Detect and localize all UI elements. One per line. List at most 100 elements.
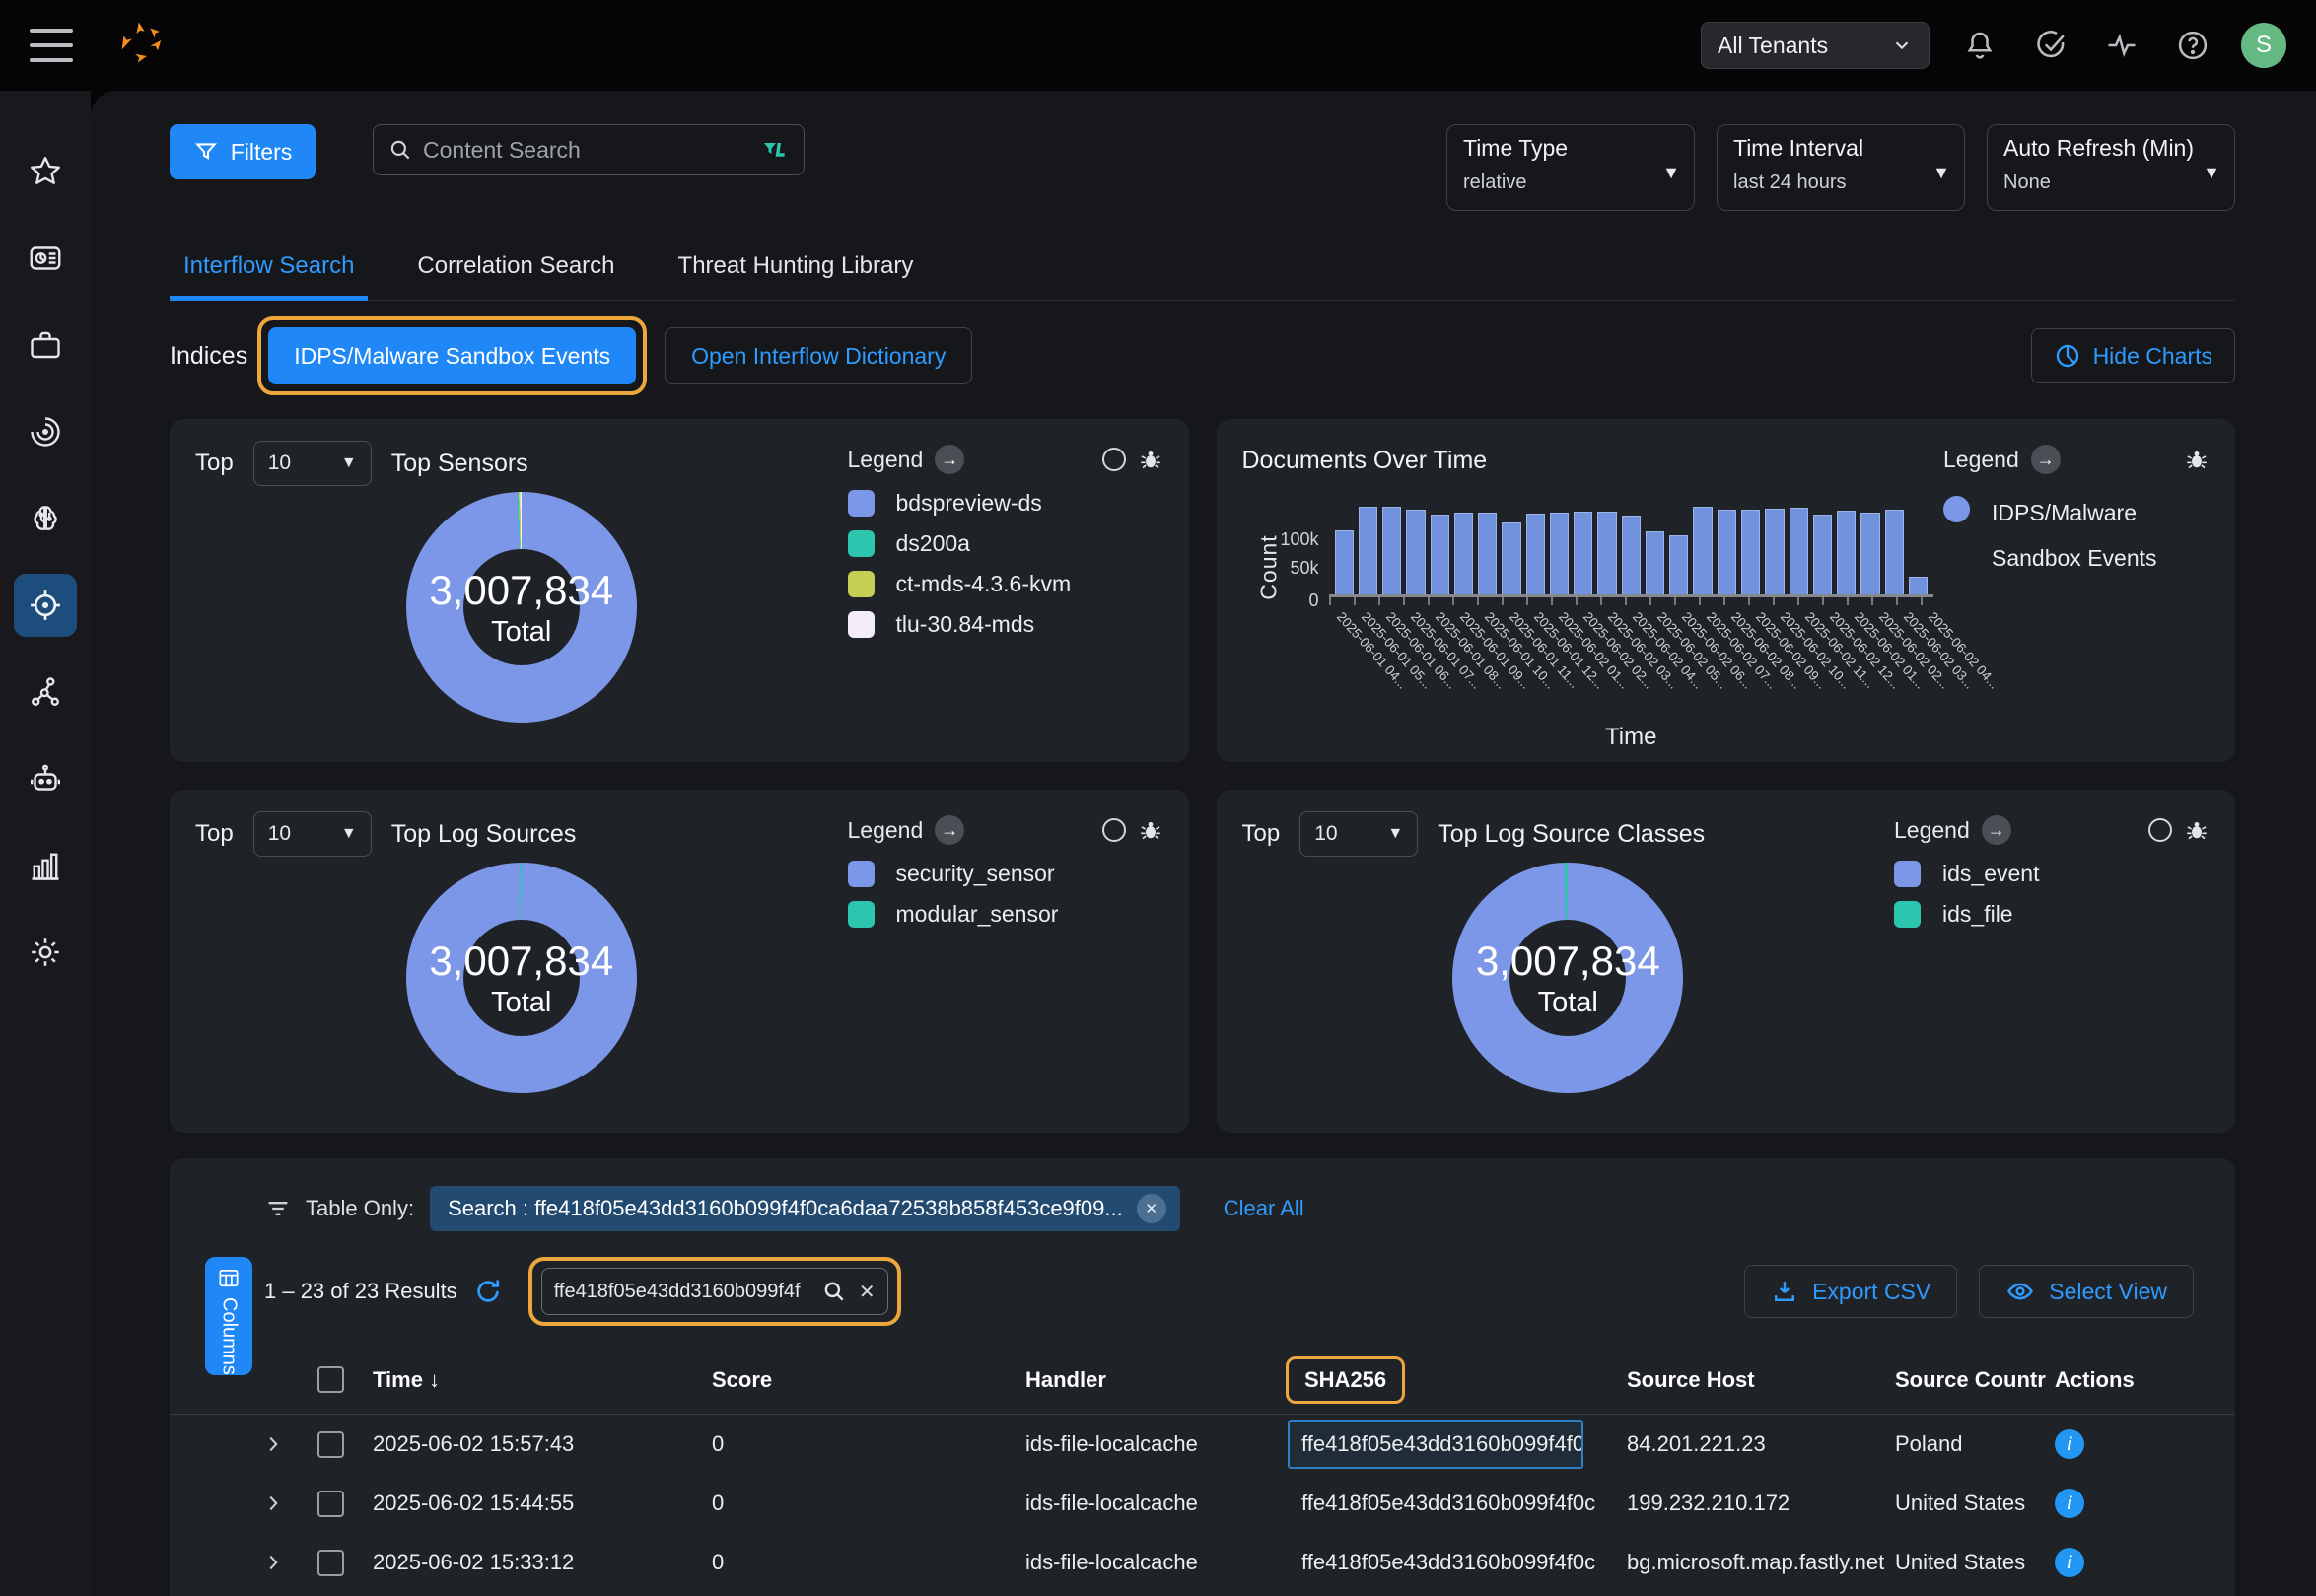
legend-expand-icon[interactable]: → <box>2031 445 2061 474</box>
legend-item[interactable]: modular_sensor <box>848 901 1163 928</box>
sidebar-item-cases[interactable] <box>14 313 77 377</box>
expand-row-icon[interactable] <box>262 1492 317 1514</box>
bar[interactable] <box>1502 522 1520 594</box>
row-checkbox[interactable] <box>317 1431 344 1458</box>
clear-all-link[interactable]: Clear All <box>1224 1196 1304 1221</box>
sidebar-item-automation[interactable] <box>14 747 77 810</box>
legend-item[interactable]: ids_event <box>1894 861 2210 887</box>
filters-button[interactable]: Filters <box>170 124 316 179</box>
top-n-select[interactable]: 10 ▼ <box>1299 811 1418 857</box>
legend-item[interactable]: bdspreview-ds <box>848 490 1163 517</box>
time-interval-select[interactable]: Time Interval last 24 hours ▼ <box>1717 124 1965 211</box>
bar[interactable] <box>1790 508 1808 594</box>
row-info-icon[interactable]: i <box>2055 1548 2084 1577</box>
bar[interactable] <box>1765 509 1784 594</box>
legend-expand-icon[interactable]: → <box>1982 815 2011 845</box>
legend-item[interactable]: IDPS/Malware Sandbox Events <box>1943 490 2210 581</box>
bar[interactable] <box>1526 514 1545 594</box>
tab-interflow-search[interactable]: Interflow Search <box>183 252 354 300</box>
shape-toggle-icon[interactable] <box>2148 818 2172 842</box>
table-row[interactable]: 2025-06-02 14:43:31 0 ids-file-localcach… <box>170 1592 2235 1596</box>
bar[interactable] <box>1574 512 1592 595</box>
expand-row-icon[interactable] <box>262 1552 317 1573</box>
bar[interactable] <box>1382 507 1401 594</box>
legend-item[interactable]: ct-mds-4.3.6-kvm <box>848 571 1163 597</box>
row-checkbox[interactable] <box>317 1491 344 1517</box>
column-header-sha256[interactable]: SHA256 <box>1301 1356 1627 1404</box>
legend-item[interactable]: security_sensor <box>848 861 1163 887</box>
column-header-source-host[interactable]: Source Host <box>1627 1367 1895 1393</box>
bar[interactable] <box>1693 507 1712 594</box>
time-type-select[interactable]: Time Type relative ▼ <box>1446 124 1695 211</box>
export-csv-button[interactable]: Export CSV <box>1744 1265 1957 1318</box>
bar[interactable] <box>1669 535 1688 594</box>
sidebar-item-favorites[interactable] <box>14 140 77 203</box>
expand-row-icon[interactable] <box>262 1433 317 1455</box>
user-avatar[interactable]: S <box>2241 23 2286 68</box>
table-search-box[interactable]: ✕ <box>541 1268 888 1315</box>
sidebar-item-reports[interactable] <box>14 834 77 897</box>
column-header-time[interactable]: Time ↓ <box>373 1367 712 1393</box>
top-log-source-classes-donut[interactable]: 3,007,834 Total <box>1452 863 1683 1093</box>
search-icon[interactable] <box>821 1279 847 1304</box>
bar[interactable] <box>1359 507 1377 594</box>
table-filter-icon[interactable] <box>264 1195 292 1222</box>
columns-button[interactable]: Columns <box>205 1257 252 1375</box>
cell-sha256-selected[interactable]: ffe418f05e43dd3160b099f4f0c <box>1288 1420 1583 1469</box>
legend-expand-icon[interactable]: → <box>935 445 964 474</box>
tab-correlation-search[interactable]: Correlation Search <box>417 252 614 300</box>
table-row[interactable]: 2025-06-02 15:44:55 0 ids-file-localcach… <box>170 1474 2235 1533</box>
refresh-icon[interactable] <box>473 1277 503 1306</box>
top-n-select[interactable]: 10 ▼ <box>253 441 372 486</box>
content-search-input[interactable] <box>423 137 750 164</box>
shape-toggle-icon[interactable] <box>1102 818 1126 842</box>
top-sensors-donut[interactable]: 3,007,834 Total <box>406 492 637 723</box>
bar[interactable] <box>1741 510 1760 594</box>
debug-bug-icon[interactable] <box>2184 447 2210 472</box>
top-n-select[interactable]: 10 ▼ <box>253 811 372 857</box>
row-info-icon[interactable]: i <box>2055 1429 2084 1459</box>
legend-item[interactable]: ids_file <box>1894 901 2210 928</box>
hide-charts-button[interactable]: Hide Charts <box>2031 328 2235 383</box>
brand-logo-icon[interactable] <box>114 19 168 72</box>
system-activity-icon[interactable] <box>2101 25 2142 66</box>
table-row[interactable]: 2025-06-02 15:57:43 0 ids-file-localcach… <box>170 1415 2235 1474</box>
debug-bug-icon[interactable] <box>1138 817 1163 843</box>
bar[interactable] <box>1478 513 1497 594</box>
sidebar-item-threat-hunting[interactable] <box>14 574 77 637</box>
tab-threat-hunting-library[interactable]: Threat Hunting Library <box>678 252 914 300</box>
row-checkbox[interactable] <box>317 1550 344 1576</box>
sidebar-item-dashboards[interactable] <box>14 227 77 290</box>
cell-sha256[interactable]: ffe418f05e43dd3160b099f4f0c <box>1301 1550 1597 1575</box>
bar[interactable] <box>1335 530 1354 594</box>
debug-bug-icon[interactable] <box>2184 817 2210 843</box>
sidebar-item-connections[interactable] <box>14 660 77 724</box>
legend-item[interactable]: tlu-30.84-mds <box>848 611 1163 638</box>
hamburger-menu-icon[interactable] <box>30 29 73 62</box>
remove-filter-icon[interactable]: ✕ <box>1137 1194 1166 1223</box>
bar[interactable] <box>1718 510 1736 594</box>
open-interflow-dictionary-button[interactable]: Open Interflow Dictionary <box>665 327 972 384</box>
bar[interactable] <box>1909 577 1928 594</box>
bar[interactable] <box>1406 510 1425 594</box>
legend-expand-icon[interactable]: → <box>935 815 964 845</box>
select-all-checkbox[interactable] <box>317 1366 344 1393</box>
tenant-selector[interactable]: All Tenants <box>1701 22 1930 69</box>
tasks-check-icon[interactable] <box>2030 25 2071 66</box>
column-header-source-country[interactable]: Source Countr <box>1895 1367 2055 1393</box>
sidebar-item-settings[interactable] <box>14 921 77 984</box>
search-filter-chip[interactable]: Search : ffe418f05e43dd3160b099f4f0ca6da… <box>430 1186 1180 1231</box>
row-info-icon[interactable]: i <box>2055 1489 2084 1518</box>
column-header-score[interactable]: Score <box>712 1367 1025 1393</box>
bar[interactable] <box>1550 513 1569 594</box>
table-search-input[interactable] <box>554 1281 809 1303</box>
bar[interactable] <box>1813 515 1832 594</box>
legend-item[interactable]: ds200a <box>848 530 1163 557</box>
column-header-handler[interactable]: Handler <box>1025 1367 1301 1393</box>
cell-sha256[interactable]: ffe418f05e43dd3160b099f4f0c <box>1301 1491 1597 1516</box>
sidebar-item-detections[interactable] <box>14 400 77 463</box>
bar[interactable] <box>1646 531 1664 594</box>
debug-bug-icon[interactable] <box>1138 447 1163 472</box>
bar[interactable] <box>1885 510 1904 594</box>
selected-index-button[interactable]: IDPS/Malware Sandbox Events <box>268 327 636 384</box>
